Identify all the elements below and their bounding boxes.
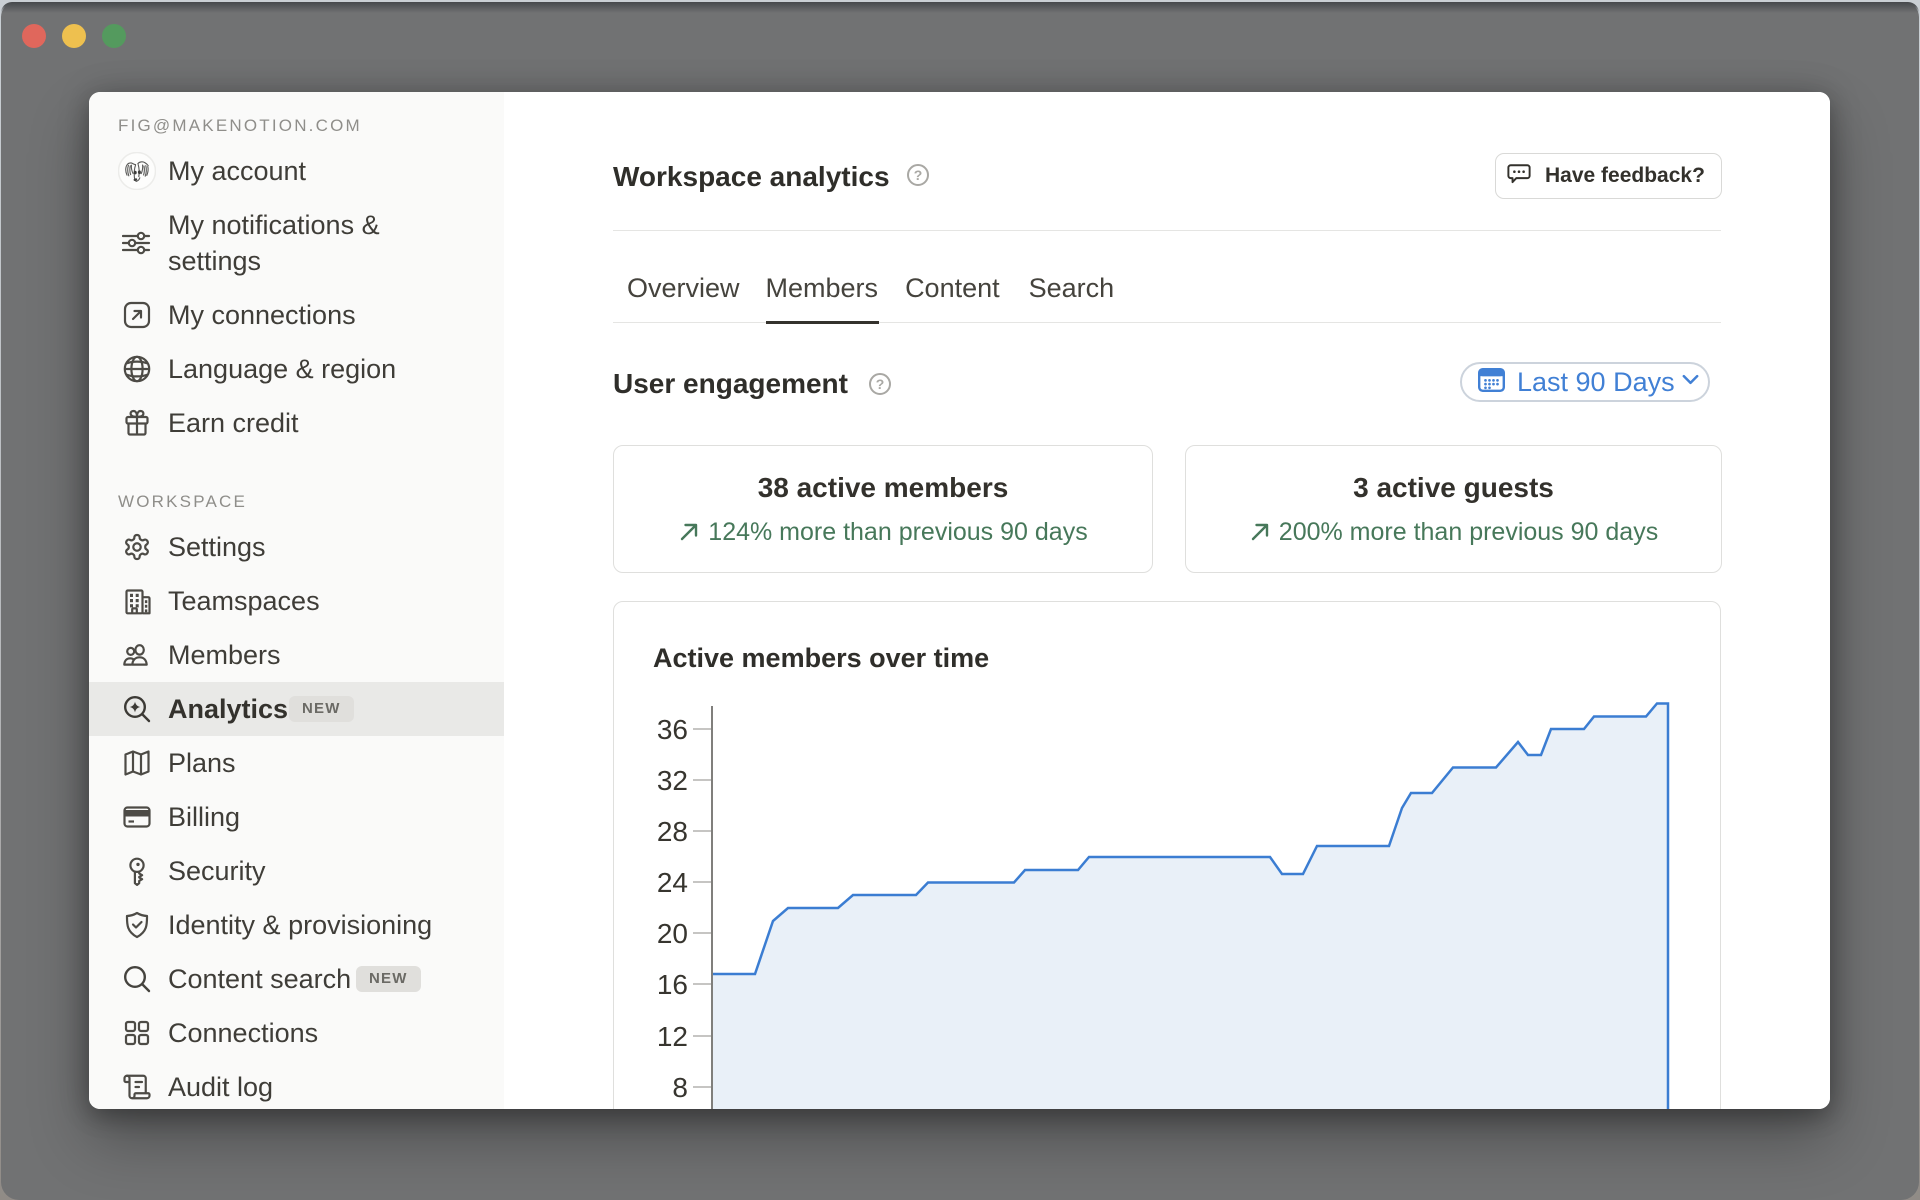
svg-text:16: 16 (657, 969, 688, 1000)
svg-text:20: 20 (657, 918, 688, 949)
svg-text:36: 36 (657, 714, 688, 745)
svg-text:12: 12 (657, 1021, 688, 1052)
svg-text:24: 24 (657, 867, 688, 898)
svg-text:28: 28 (657, 816, 688, 847)
svg-text:8: 8 (672, 1072, 688, 1103)
svg-text:32: 32 (657, 765, 688, 796)
